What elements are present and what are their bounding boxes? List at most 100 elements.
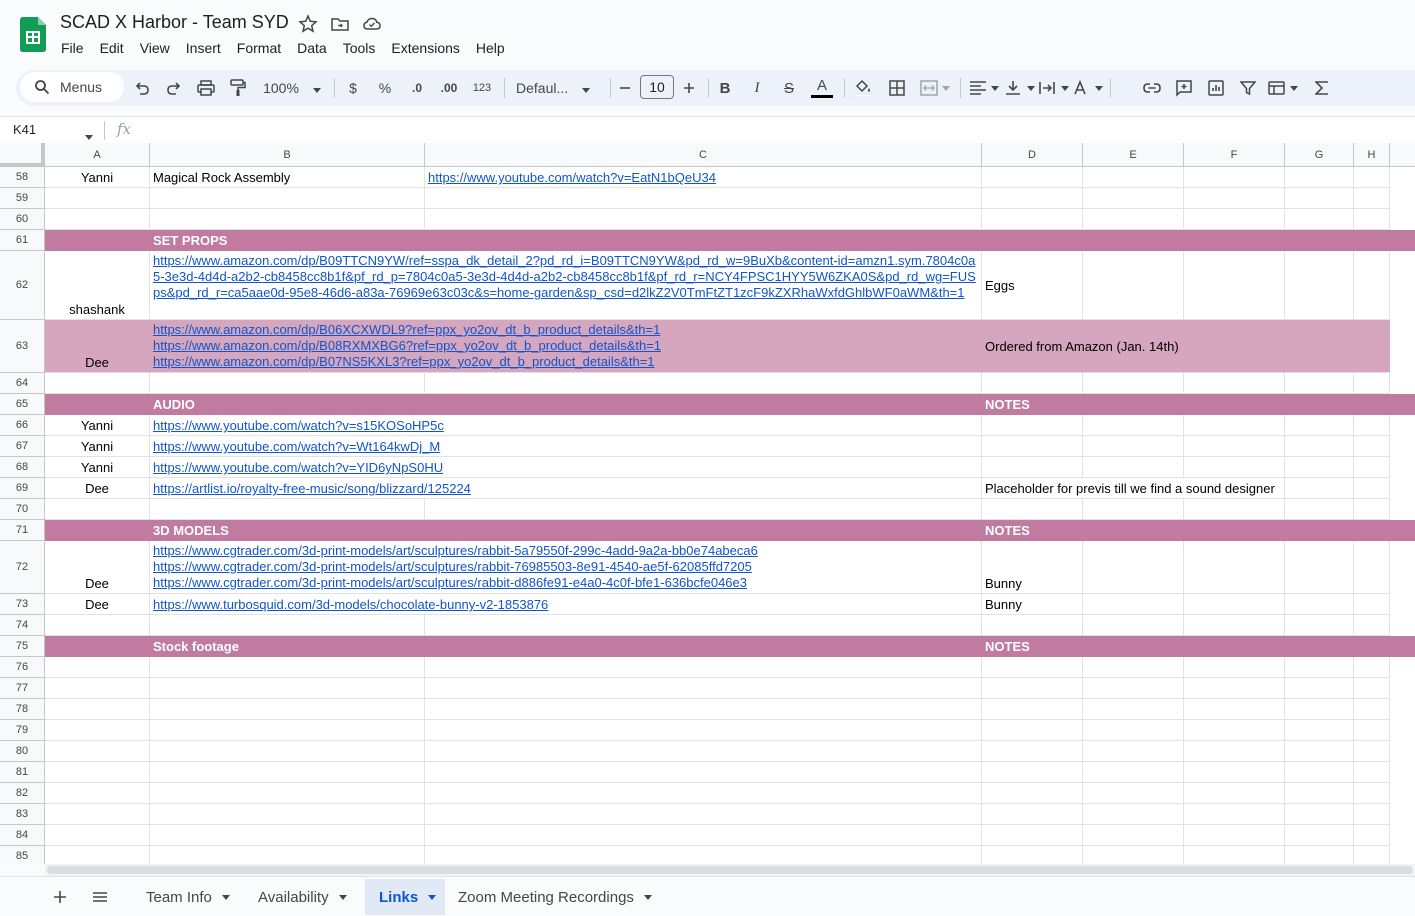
- name-box[interactable]: K41: [13, 122, 36, 137]
- column-header-c[interactable]: C: [425, 143, 982, 167]
- cell-c-58[interactable]: https://www.youtube.com/watch?v=EatN1bQe…: [425, 167, 982, 188]
- cell-c-74[interactable]: [425, 615, 982, 636]
- cell-c-76[interactable]: [425, 657, 982, 678]
- row-header[interactable]: 60: [0, 209, 45, 230]
- row-header[interactable]: 61: [0, 230, 45, 251]
- cell-h-64[interactable]: [1354, 373, 1390, 394]
- cell-h-68[interactable]: [1354, 457, 1390, 478]
- undo-icon[interactable]: [132, 76, 152, 100]
- cell-c-81[interactable]: [425, 762, 982, 783]
- cell-f-73[interactable]: [1184, 594, 1285, 615]
- cell-g-76[interactable]: [1285, 657, 1354, 678]
- row-header[interactable]: 66: [0, 415, 45, 436]
- cell-f-80[interactable]: [1184, 741, 1285, 762]
- cell-b-64[interactable]: [150, 373, 425, 394]
- cell-f-77[interactable]: [1184, 678, 1285, 699]
- cell-f-81[interactable]: [1184, 762, 1285, 783]
- cell-b-78[interactable]: [150, 699, 425, 720]
- cell-d-77[interactable]: [982, 678, 1083, 699]
- cell-b-82[interactable]: [150, 783, 425, 804]
- row-header[interactable]: 65: [0, 394, 45, 415]
- row-header[interactable]: 64: [0, 373, 45, 394]
- cell-g-73[interactable]: [1285, 594, 1354, 615]
- cell-e-68[interactable]: [1083, 457, 1184, 478]
- cell-b-68[interactable]: https://www.youtube.com/watch?v=YID6yNpS…: [150, 457, 982, 478]
- row-header[interactable]: 72: [0, 541, 45, 594]
- cell-b-62[interactable]: https://www.amazon.com/dp/B09TTCN9YW/ref…: [150, 251, 982, 320]
- cell-g-68[interactable]: [1285, 457, 1354, 478]
- cell-b-66[interactable]: https://www.youtube.com/watch?v=s15KOSoH…: [150, 415, 982, 436]
- text-color-button[interactable]: A: [810, 76, 834, 100]
- vertical-align-icon[interactable]: [1004, 76, 1036, 100]
- cell-a-78[interactable]: [45, 699, 150, 720]
- cell-g-66[interactable]: [1285, 415, 1354, 436]
- cell-g-72[interactable]: [1285, 541, 1354, 594]
- star-icon[interactable]: [298, 14, 318, 34]
- cell-d-68[interactable]: [982, 457, 1083, 478]
- bold-button[interactable]: B: [716, 76, 734, 100]
- menu-format[interactable]: Format: [229, 38, 289, 58]
- cell-a-60[interactable]: [45, 209, 150, 230]
- increase-font-size-icon[interactable]: [680, 76, 698, 100]
- cell-e-70[interactable]: [1083, 499, 1184, 520]
- cell-a-63[interactable]: Dee: [45, 320, 150, 373]
- cell-f-78[interactable]: [1184, 699, 1285, 720]
- italic-button[interactable]: I: [748, 76, 766, 100]
- cell-g-79[interactable]: [1285, 720, 1354, 741]
- cell-h-85[interactable]: [1354, 846, 1390, 864]
- cell-h-82[interactable]: [1354, 783, 1390, 804]
- cell-g-64[interactable]: [1285, 373, 1354, 394]
- insert-chart-icon[interactable]: [1206, 76, 1226, 100]
- cell-h-67[interactable]: [1354, 436, 1390, 457]
- paint-format-icon[interactable]: [228, 76, 248, 100]
- cell-a-64[interactable]: [45, 373, 150, 394]
- cell-g-77[interactable]: [1285, 678, 1354, 699]
- redo-icon[interactable]: [164, 76, 184, 100]
- cell-d-85[interactable]: [982, 846, 1083, 864]
- cell-b-58[interactable]: Magical Rock Assembly: [150, 167, 425, 188]
- cell-h-76[interactable]: [1354, 657, 1390, 678]
- cell-a-68[interactable]: Yanni: [45, 457, 150, 478]
- cell-c-83[interactable]: [425, 804, 982, 825]
- row-header[interactable]: 82: [0, 783, 45, 804]
- cell-c-70[interactable]: [425, 499, 982, 520]
- cell-b-83[interactable]: [150, 804, 425, 825]
- insert-link-icon[interactable]: [1142, 76, 1162, 100]
- column-header-b[interactable]: B: [150, 143, 425, 167]
- row-header[interactable]: 79: [0, 720, 45, 741]
- hyperlink[interactable]: https://www.youtube.com/watch?v=Wt164kwD…: [153, 439, 440, 454]
- cell-c-80[interactable]: [425, 741, 982, 762]
- font-family-select[interactable]: Defaul...: [516, 76, 598, 100]
- hyperlink[interactable]: https://www.turbosquid.com/3d-models/cho…: [153, 597, 548, 612]
- cell-e-78[interactable]: [1083, 699, 1184, 720]
- row-header[interactable]: 67: [0, 436, 45, 457]
- cell-c-60[interactable]: [425, 209, 982, 230]
- percent-format-button[interactable]: %: [376, 76, 394, 100]
- menu-data[interactable]: Data: [289, 38, 335, 58]
- column-header-i[interactable]: [1390, 143, 1415, 167]
- cell-h-66[interactable]: [1354, 415, 1390, 436]
- cell-b-65[interactable]: AUDIO: [150, 394, 982, 415]
- row-header[interactable]: 77: [0, 678, 45, 699]
- cell-h-79[interactable]: [1354, 720, 1390, 741]
- cell-e-66[interactable]: [1083, 415, 1184, 436]
- cell-e-84[interactable]: [1083, 825, 1184, 846]
- cell-h-81[interactable]: [1354, 762, 1390, 783]
- cell-h-83[interactable]: [1354, 804, 1390, 825]
- cell-d-58[interactable]: [982, 167, 1083, 188]
- cell-d-76[interactable]: [982, 657, 1083, 678]
- cell-a-61[interactable]: [45, 230, 150, 251]
- cell-f-82[interactable]: [1184, 783, 1285, 804]
- sheet-tab-zoom-meeting-recordings[interactable]: Zoom Meeting Recordings: [444, 879, 666, 915]
- cell-b-70[interactable]: [150, 499, 425, 520]
- sheets-logo-icon[interactable]: [20, 17, 46, 52]
- cell-g-67[interactable]: [1285, 436, 1354, 457]
- cell-g-81[interactable]: [1285, 762, 1354, 783]
- cell-f-59[interactable]: [1184, 188, 1285, 209]
- cell-b-61[interactable]: SET PROPS: [150, 230, 982, 251]
- column-header-g[interactable]: G: [1285, 143, 1354, 167]
- merge-cells-icon[interactable]: [918, 76, 952, 100]
- text-wrapping-icon[interactable]: [1038, 76, 1070, 100]
- horizontal-align-icon[interactable]: [968, 76, 1000, 100]
- horizontal-scrollbar[interactable]: [45, 864, 1415, 876]
